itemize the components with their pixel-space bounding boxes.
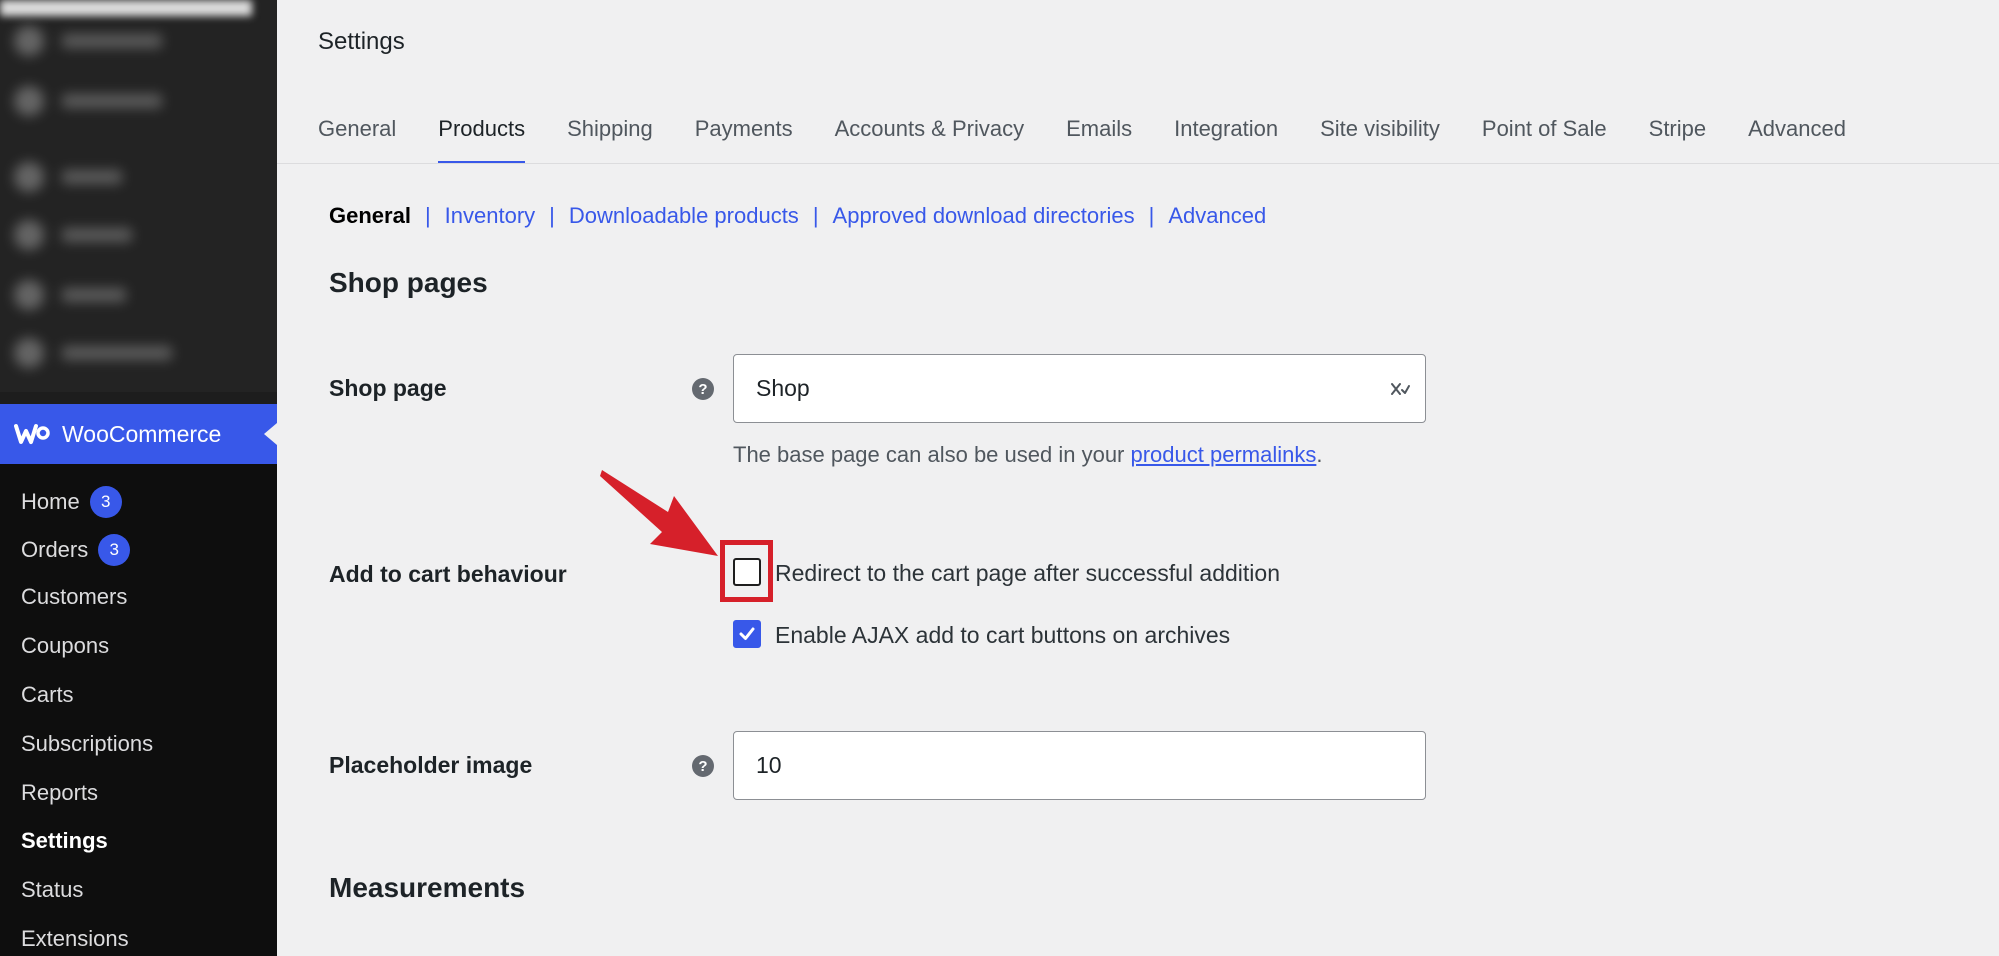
sidebar-item-orders[interactable]: Orders 3 [21, 534, 131, 566]
tab-emails[interactable]: Emails [1066, 116, 1132, 164]
tab-point-of-sale[interactable]: Point of Sale [1482, 116, 1607, 164]
subnav-link-approved-download-directories[interactable]: Approved download directories [833, 203, 1135, 229]
measurements-heading: Measurements [329, 872, 526, 903]
shop-pages-heading: Shop pages [329, 267, 488, 298]
tab-payments[interactable]: Payments [695, 116, 793, 164]
sidebar-item-carts[interactable]: Carts [21, 682, 74, 708]
sidebar-item-home[interactable]: Home 3 [21, 486, 122, 518]
sidebar-brand-label: WooCommerce [62, 420, 222, 447]
clear-select-icon[interactable] [1389, 379, 1411, 399]
active-pointer [264, 423, 277, 445]
notification-badge: 3 [98, 534, 131, 566]
sidebar-item-settings[interactable]: Settings [21, 828, 108, 854]
page-title: Settings [318, 28, 405, 55]
help-icon[interactable]: ? [692, 378, 714, 400]
tab-site-visibility[interactable]: Site visibility [1320, 116, 1440, 164]
tab-stripe[interactable]: Stripe [1649, 116, 1706, 164]
redirect-to-cart-label[interactable]: Redirect to the cart page after successf… [775, 560, 1280, 587]
shop-page-value: Shop [756, 375, 810, 401]
checkmark-icon [739, 627, 755, 640]
blurred-menu-area [0, 0, 277, 392]
tab-accounts-privacy[interactable]: Accounts & Privacy [835, 116, 1025, 164]
redirect-to-cart-checkbox[interactable] [733, 558, 761, 586]
section-subnav: General | Inventory | Downloadable produ… [329, 203, 1267, 229]
enable-ajax-checkbox[interactable] [733, 620, 761, 648]
sidebar-item-reports[interactable]: Reports [21, 780, 98, 806]
add-to-cart-label: Add to cart behaviour [329, 561, 567, 587]
woocommerce-logo-icon [14, 424, 50, 444]
shop-page-description: The base page can also be used in your p… [733, 442, 1323, 467]
tab-shipping[interactable]: Shipping [567, 116, 653, 164]
tab-products[interactable]: Products [438, 116, 525, 164]
subnav-link-downloadable-products[interactable]: Downloadable products [569, 203, 799, 229]
placeholder-image-input[interactable]: 10 [733, 731, 1426, 800]
placeholder-image-value: 10 [756, 752, 782, 778]
placeholder-image-label: Placeholder image [329, 752, 533, 778]
shop-page-label: Shop page [329, 375, 447, 401]
tab-advanced[interactable]: Advanced [1748, 116, 1846, 164]
sidebar-item-customers[interactable]: Customers [21, 584, 127, 610]
tab-integration[interactable]: Integration [1174, 116, 1278, 164]
red-arrow-annotation [600, 470, 718, 556]
sidebar-item-extensions[interactable]: Extensions [21, 926, 129, 952]
help-icon[interactable]: ? [692, 755, 714, 777]
subnav-link-advanced[interactable]: Advanced [1168, 203, 1266, 229]
tabs-divider [277, 163, 1999, 164]
settings-tabs: General Products Shipping Payments Accou… [318, 116, 1846, 164]
subnav-link-inventory[interactable]: Inventory [445, 203, 536, 229]
subnav-current-general: General [329, 203, 411, 228]
admin-sidebar: WooCommerce Home 3 Orders 3 Customers Co… [0, 0, 277, 956]
sidebar-item-woocommerce[interactable]: WooCommerce [0, 404, 277, 464]
tab-general[interactable]: General [318, 116, 396, 164]
sidebar-item-status[interactable]: Status [21, 877, 83, 903]
enable-ajax-label[interactable]: Enable AJAX add to cart buttons on archi… [775, 622, 1230, 649]
product-permalinks-link[interactable]: product permalinks [1131, 442, 1317, 467]
notification-badge: 3 [89, 486, 122, 518]
sidebar-item-coupons[interactable]: Coupons [21, 633, 109, 659]
sidebar-item-subscriptions[interactable]: Subscriptions [21, 731, 153, 757]
shop-page-select[interactable]: Shop [733, 354, 1426, 423]
